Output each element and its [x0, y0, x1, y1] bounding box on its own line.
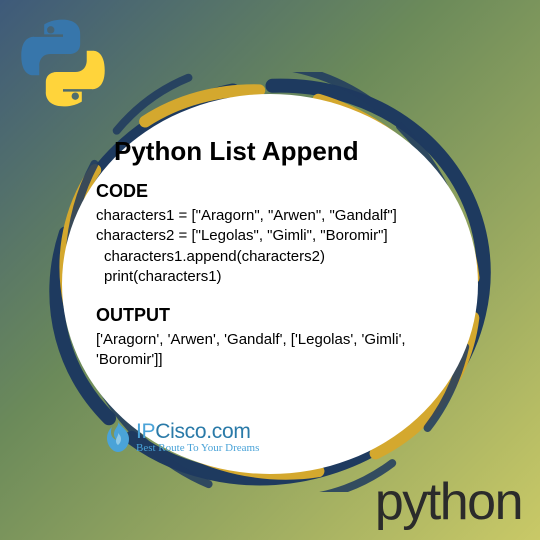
white-content-circle: Python List Append CODE characters1 = ["…	[62, 94, 478, 474]
code-line-2: characters2 = ["Legolas", "Gimli", "Boro…	[96, 226, 450, 246]
code-line-3: characters1.append(characters2)	[96, 247, 450, 267]
ipcisco-branding: IPCisco.com Best Route To Your Dreams	[104, 418, 259, 456]
output-text: ['Aragorn', 'Arwen', 'Gandalf', ['Legola…	[96, 330, 450, 369]
content-card: Python List Append CODE characters1 = ["…	[40, 72, 500, 492]
ipcisco-logo-text: IPCisco.com	[136, 421, 259, 442]
code-line-4: print(characters1)	[96, 267, 450, 287]
flame-icon	[104, 418, 132, 456]
ipcisco-tagline: Best Route To Your Dreams	[136, 443, 259, 454]
page-title: Python List Append	[114, 136, 450, 167]
code-heading: CODE	[96, 181, 450, 202]
output-heading: OUTPUT	[96, 305, 450, 326]
code-line-1: characters1 = ["Aragorn", "Arwen", "Gand…	[96, 206, 450, 226]
python-wordmark: python	[375, 472, 522, 532]
